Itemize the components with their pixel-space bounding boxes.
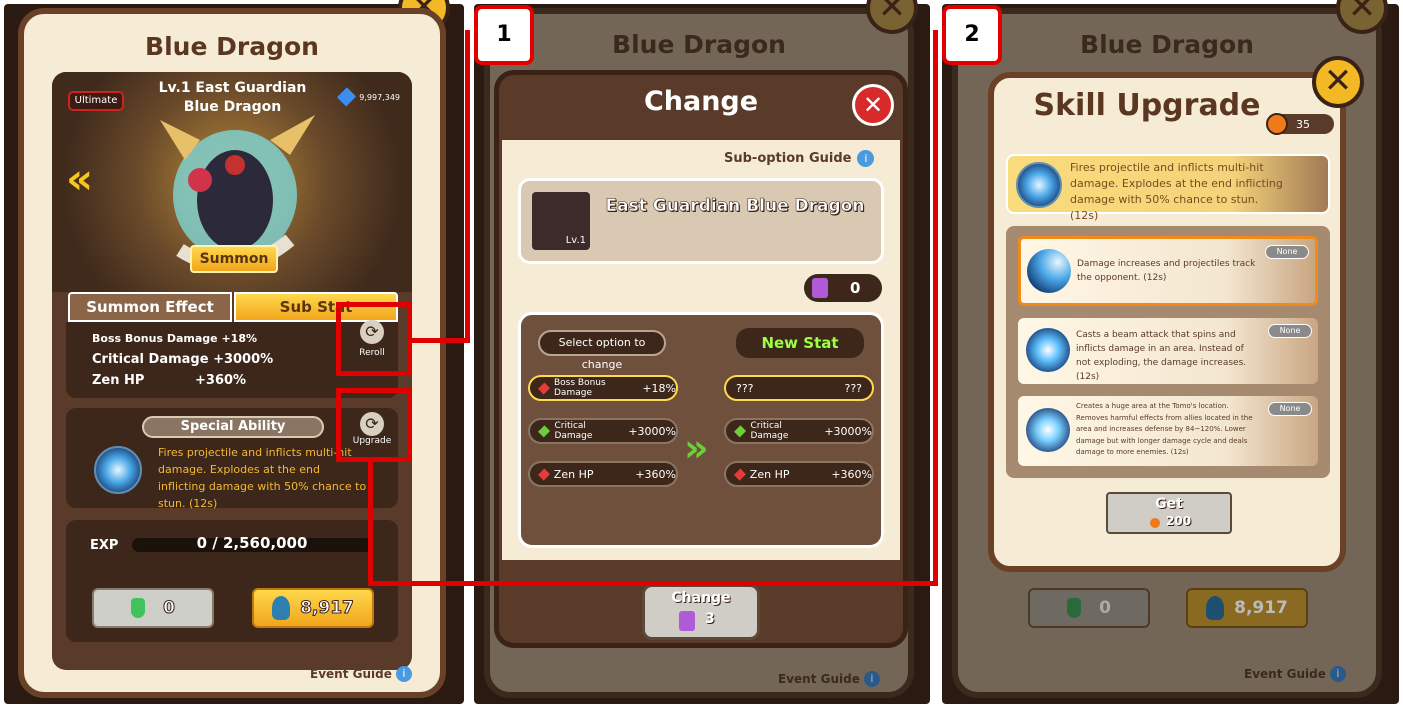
event-guide-link[interactable]: Event Guide i	[310, 666, 412, 682]
special-ability-label: Special Ability	[142, 416, 324, 438]
connector-line	[368, 460, 373, 586]
info-icon: i	[863, 671, 880, 687]
current-stat-option[interactable]: Zen HP +360%	[528, 461, 678, 487]
comet-icon	[1027, 249, 1071, 293]
gem-icon	[336, 87, 357, 107]
get-button[interactable]: Get 200	[1106, 492, 1232, 534]
arrow-right-icon: »	[684, 426, 709, 470]
exp-label: EXP	[90, 538, 119, 553]
info-icon: i	[857, 150, 875, 167]
new-stat-option: ??? ???	[724, 375, 874, 401]
skill-option[interactable]: Damage increases and projectiles track t…	[1018, 236, 1318, 306]
connector-line	[410, 338, 470, 343]
stat-row: Zen HP +360%	[92, 373, 247, 388]
diamond-icon	[733, 468, 746, 480]
diamond-icon	[538, 424, 551, 438]
dialog-title: Change	[643, 86, 759, 117]
info-icon: i	[395, 666, 412, 682]
bg-page-title: Blue Dragon	[1080, 30, 1254, 59]
summon-button[interactable]: Summon	[190, 245, 278, 273]
page-title: Blue Dragon	[145, 32, 319, 61]
skill-stone-icon	[1266, 113, 1288, 135]
diamond-icon	[734, 424, 747, 438]
potion-icon	[1067, 598, 1082, 618]
stat-row: Boss Bonus Damage +18%	[92, 332, 258, 345]
new-stat-option: Critical Damage +3000%	[724, 418, 874, 444]
skill-option[interactable]: Creates a huge area at the Tomo's locati…	[1018, 396, 1318, 466]
status-badge: None	[1268, 402, 1312, 416]
prev-hero-button[interactable]: «	[66, 158, 93, 200]
current-skill-text: Fires projectile and inflicts multi-hit …	[1070, 161, 1283, 222]
skill-orb-icon	[94, 446, 142, 494]
reroll-highlight	[336, 302, 412, 376]
power-display: 9,997,349	[336, 87, 400, 107]
status-badge: None	[1265, 245, 1309, 259]
bg-event-guide-link: Event Guide i	[778, 671, 880, 687]
bg-page-title: Blue Dragon	[612, 30, 786, 59]
dragon-token-icon	[272, 596, 291, 620]
burst-icon	[1026, 408, 1070, 452]
bg-potion-button: 0	[1028, 588, 1150, 628]
hero-name: East Guardian Blue Dragon	[605, 196, 865, 217]
change-button[interactable]: Change 3	[642, 584, 760, 640]
connector-line	[933, 30, 938, 586]
ticket-icon	[679, 611, 695, 631]
close-icon[interactable]: ✕	[852, 84, 894, 126]
bg-event-guide-link: Event Guide i	[1244, 666, 1346, 682]
rank-badge: Ultimate	[68, 91, 124, 111]
hero-name-line1: Lv.1 East Guardian	[158, 80, 307, 96]
buy-level-button[interactable]: 8,917	[252, 588, 374, 628]
beam-icon	[1026, 328, 1070, 372]
dragon-token-icon	[1206, 596, 1225, 620]
hero-level: Lv.1	[565, 235, 586, 246]
skill-stone-icon	[1150, 518, 1160, 528]
new-stat-option: Zen HP +360%	[724, 461, 874, 487]
current-stat-option[interactable]: Boss Bonus Damage +18%	[528, 375, 678, 401]
new-stat-label: New Stat	[736, 328, 864, 358]
status-badge: None	[1268, 324, 1312, 338]
ticket-icon	[812, 278, 828, 298]
current-stat-option[interactable]: Critical Damage +3000%	[528, 418, 678, 444]
skill-currency-box: 35	[1266, 113, 1334, 135]
select-option-label: Select option to change	[538, 330, 666, 371]
diamond-icon	[537, 381, 551, 395]
connector-line	[368, 581, 938, 586]
potion-icon	[131, 598, 146, 618]
callout-number: 2	[942, 5, 1002, 65]
exp-value: 0 / 2,560,000	[196, 534, 308, 552]
upgrade-highlight	[336, 388, 412, 462]
callout-number: 1	[474, 5, 534, 65]
tab-summon-effect[interactable]: Summon Effect	[68, 292, 232, 322]
connector-line	[465, 30, 470, 343]
stat-row: Critical Damage +3000%	[92, 352, 274, 367]
ticket-count-box: 0	[804, 274, 882, 302]
skill-orb-icon	[1016, 162, 1062, 208]
diamond-icon	[537, 468, 550, 480]
skill-option[interactable]: Casts a beam attack that spins and infli…	[1018, 318, 1318, 384]
info-icon: i	[1329, 666, 1346, 682]
potion-button[interactable]: 0	[92, 588, 214, 628]
bg-buy-level-button: 8,917	[1186, 588, 1308, 628]
hero-thumbnail: Lv.1	[532, 192, 590, 250]
sub-option-guide-link[interactable]: Sub-option Guide i	[724, 150, 875, 167]
